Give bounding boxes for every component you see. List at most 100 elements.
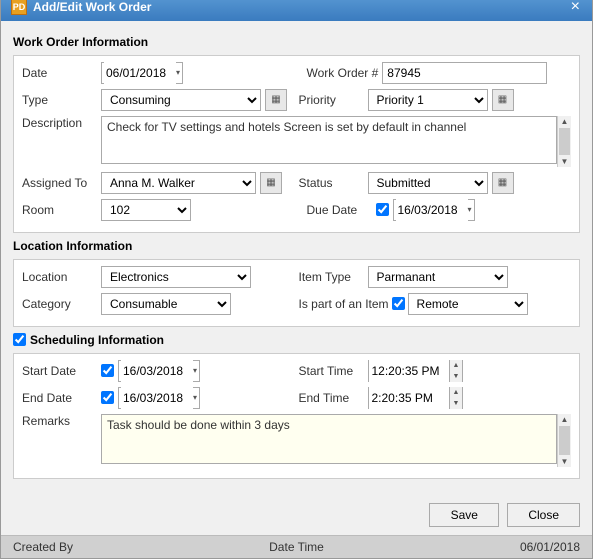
wo-num-input[interactable] <box>382 62 547 84</box>
scroll-up-icon[interactable]: ▲ <box>558 116 571 127</box>
scheduling-checkbox[interactable] <box>13 333 26 346</box>
assigned-select[interactable]: Anna M. Walker <box>101 172 256 194</box>
save-button[interactable]: Save <box>429 503 499 527</box>
close-icon[interactable]: × <box>569 0 582 15</box>
scheduling-header: Scheduling Information <box>13 333 580 347</box>
status-select[interactable]: Submitted <box>368 172 488 194</box>
date-field: Date ▾ <box>22 62 287 84</box>
ispart-checkbox[interactable] <box>392 297 405 310</box>
remarks-scroll-up-icon[interactable]: ▲ <box>558 414 571 425</box>
itemtype-select[interactable]: Parmanant <box>368 266 508 288</box>
type-label: Type <box>22 93 97 107</box>
duedate-chevron-icon[interactable]: ▾ <box>468 205 472 214</box>
date-value[interactable] <box>104 62 176 84</box>
created-by-label: Created By <box>13 540 73 554</box>
enddate-time-row: End Date ▾ End Time ▲ ▼ <box>22 387 571 409</box>
starttime-input[interactable]: ▲ ▼ <box>368 360 464 382</box>
enddate-checkbox[interactable] <box>101 391 114 404</box>
location-itemtype-row: Location Electronics Item Type Parmanant <box>22 266 571 288</box>
startdate-input[interactable]: ▾ <box>118 360 200 382</box>
starttime-up-icon[interactable]: ▲ <box>450 360 463 371</box>
title-bar: PD Add/Edit Work Order × <box>1 0 592 21</box>
remarks-scroll-down-icon[interactable]: ▼ <box>558 456 571 467</box>
enddate-input[interactable]: ▾ <box>118 387 200 409</box>
priority-field: Priority Priority 1 ▦ <box>299 89 572 111</box>
scroll-down-icon[interactable]: ▼ <box>558 156 571 167</box>
type-priority-row: Type Consuming ▦ Priority Priority 1 ▦ <box>22 89 571 111</box>
enddate-field: End Date ▾ <box>22 387 295 409</box>
starttime-field: Start Time ▲ ▼ <box>299 360 572 382</box>
description-input[interactable]: Check for TV settings and hotels Screen … <box>101 116 557 164</box>
footer-buttons: Save Close <box>1 495 592 535</box>
itemtype-label: Item Type <box>299 270 364 284</box>
startdate-value[interactable] <box>121 360 193 382</box>
type-field: Type Consuming ▦ <box>22 89 295 111</box>
priority-label: Priority <box>299 93 364 107</box>
startdate-field: Start Date ▾ <box>22 360 295 382</box>
assigned-label: Assigned To <box>22 176 97 190</box>
enddate-chevron-icon[interactable]: ▾ <box>193 393 197 402</box>
remarks-scrollbar[interactable]: ▲ ▼ <box>557 414 571 467</box>
room-label: Room <box>22 203 97 217</box>
work-order-info-header: Work Order Information <box>13 35 580 49</box>
remarks-wrapper: Task should be done within 3 days ▲ ▼ <box>101 414 571 467</box>
description-row: Description Check for TV settings and ho… <box>22 116 571 167</box>
status-label: Status <box>299 176 364 190</box>
endtime-down-icon[interactable]: ▼ <box>450 398 463 409</box>
description-wrapper: Check for TV settings and hotels Screen … <box>101 116 571 167</box>
date-input[interactable]: ▾ <box>101 62 183 84</box>
enddate-value[interactable] <box>121 387 193 409</box>
remarks-label: Remarks <box>22 414 97 428</box>
assigned-status-row: Assigned To Anna M. Walker ▦ Status Subm… <box>22 172 571 194</box>
enddate-checkbox-label <box>101 391 114 404</box>
remarks-input[interactable]: Task should be done within 3 days <box>101 414 557 464</box>
location-section: Location Electronics Item Type Parmanant… <box>13 259 580 327</box>
scroll-thumb <box>559 128 570 155</box>
description-label: Description <box>22 116 97 130</box>
date-label: Date <box>22 66 97 80</box>
itemtype-field: Item Type Parmanant <box>299 266 572 288</box>
room-field: Room 102 <box>22 199 287 221</box>
assigned-grid-icon[interactable]: ▦ <box>260 172 282 194</box>
location-label: Location <box>22 270 97 284</box>
type-grid-icon[interactable]: ▦ <box>265 89 287 111</box>
location-field: Location Electronics <box>22 266 295 288</box>
status-bar: Created By Date Time 06/01/2018 <box>1 535 592 558</box>
category-ispart-row: Category Consumable Is part of an Item R… <box>22 293 571 315</box>
endtime-up-icon[interactable]: ▲ <box>450 387 463 398</box>
duedate-value[interactable] <box>396 199 468 221</box>
startdate-chevron-icon[interactable]: ▾ <box>193 366 197 375</box>
starttime-down-icon[interactable]: ▼ <box>450 371 463 382</box>
scheduling-label: Scheduling Information <box>30 333 164 347</box>
remarks-row: Remarks Task should be done within 3 day… <box>22 414 571 467</box>
endtime-input[interactable]: ▲ ▼ <box>368 387 464 409</box>
date-chevron-icon[interactable]: ▾ <box>176 68 180 77</box>
startdate-checkbox-label <box>101 364 114 377</box>
location-select[interactable]: Electronics <box>101 266 251 288</box>
priority-select[interactable]: Priority 1 <box>368 89 488 111</box>
room-select[interactable]: 102 <box>101 199 191 221</box>
duedate-input[interactable]: ▾ <box>393 199 475 221</box>
startdate-label: Start Date <box>22 364 97 378</box>
endtime-spinner[interactable]: ▲ ▼ <box>449 387 463 409</box>
category-select[interactable]: Consumable <box>101 293 231 315</box>
duedate-checkbox[interactable] <box>376 203 389 216</box>
ispart-field: Is part of an Item Remote <box>299 293 572 315</box>
description-scrollbar[interactable]: ▲ ▼ <box>557 116 571 167</box>
endtime-value[interactable] <box>369 387 449 409</box>
type-select[interactable]: Consuming <box>101 89 261 111</box>
item-name-select[interactable]: Remote <box>408 293 528 315</box>
starttime-spinner[interactable]: ▲ ▼ <box>449 360 463 382</box>
ispart-label: Is part of an Item <box>299 297 389 311</box>
wo-num-field: Work Order # <box>307 62 572 84</box>
dialog: PD Add/Edit Work Order × Work Order Info… <box>0 0 593 559</box>
duedate-label: Due Date <box>307 203 372 217</box>
starttime-value[interactable] <box>369 360 449 382</box>
priority-grid-icon[interactable]: ▦ <box>492 89 514 111</box>
close-button[interactable]: Close <box>507 503 580 527</box>
remarks-scroll-thumb <box>559 426 570 455</box>
startdate-checkbox[interactable] <box>101 364 114 377</box>
category-field: Category Consumable <box>22 293 295 315</box>
status-grid-icon[interactable]: ▦ <box>492 172 514 194</box>
dialog-content: Work Order Information Date ▾ Work Order… <box>1 21 592 495</box>
